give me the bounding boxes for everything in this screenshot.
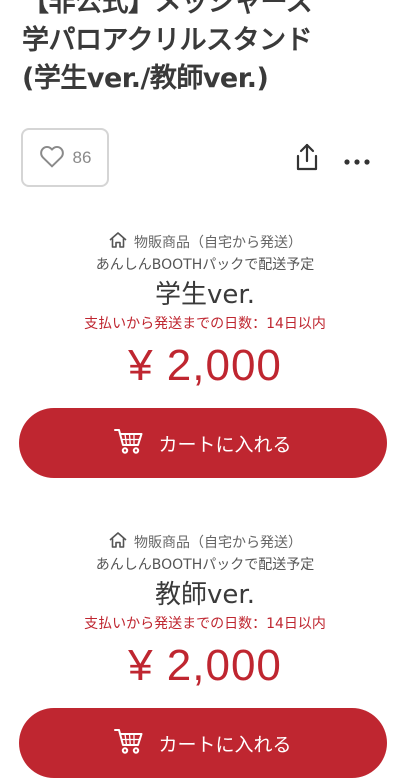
like-count: 86 [72, 147, 92, 167]
variant-name: 教師ver. [155, 580, 255, 610]
more-icon[interactable] [343, 152, 371, 165]
variant-price: ¥ 2,000 [128, 641, 282, 690]
variant-card: 物販商品（自宅から発送） あんしんBOOTHパックで配送予定 教師ver. 支払… [0, 530, 410, 694]
variant-card: 物販商品（自宅から発送） あんしんBOOTHパックで配送予定 学生ver. 支払… [0, 230, 410, 394]
add-to-cart-label: カートに入れる [158, 733, 292, 756]
add-to-cart-label: カートに入れる [158, 433, 292, 456]
add-to-cart-button[interactable]: カートに入れる [19, 708, 387, 778]
product-type: 物販商品（自宅から発送） [0, 530, 410, 554]
shipping-pack-label: あんしんBOOTHパックで配送予定 [95, 557, 315, 573]
heart-icon [39, 144, 65, 172]
share-icon[interactable] [294, 143, 320, 171]
variant-name: 学生ver. [155, 280, 255, 310]
like-button[interactable]: 86 [21, 128, 109, 187]
item-title-line: 【非公式】メッシャース [22, 0, 313, 18]
variant-price: ¥ 2,000 [128, 341, 282, 390]
shipping-pack-label: あんしんBOOTHパックで配送予定 [95, 257, 315, 273]
item-title: 【非公式】メッシャース 学パロアクリルスタンド (学生ver./教師ver.) [22, 0, 402, 98]
add-to-cart-button[interactable]: カートに入れる [19, 408, 387, 478]
cart-icon [114, 427, 144, 460]
product-type-label: 物販商品（自宅から発送） [134, 535, 302, 551]
home-icon [108, 531, 128, 553]
item-title-line: 学パロアクリルスタンド [22, 25, 313, 56]
home-icon [108, 231, 128, 253]
shipping-days: 支払いから発送までの日数：14日以内 [84, 616, 326, 632]
product-type-label: 物販商品（自宅から発送） [134, 235, 302, 251]
cart-icon [114, 727, 144, 760]
item-title-line: (学生ver./教師ver.) [22, 63, 269, 94]
shipping-days: 支払いから発送までの日数：14日以内 [84, 316, 326, 332]
product-type: 物販商品（自宅から発送） [0, 230, 410, 254]
